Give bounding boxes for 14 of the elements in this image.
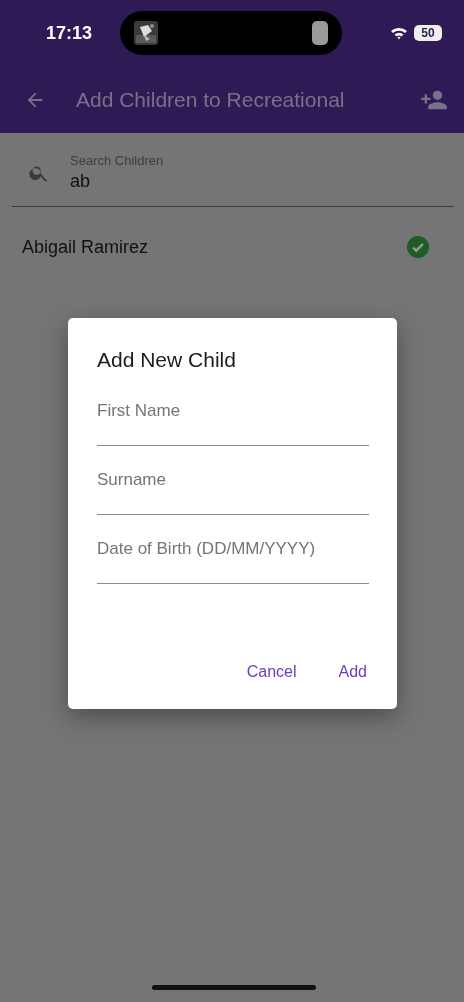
input-field[interactable]: Date of Birth (DD/MM/YYYY) — [97, 538, 369, 584]
child-name[interactable]: Abigail Ramirez — [22, 236, 149, 258]
status-time: 17:13 — [46, 22, 94, 44]
check-circle-icon[interactable] — [406, 235, 430, 259]
cancel-button[interactable]: Cancel — [246, 663, 297, 681]
screen-title: Add Children to Recreational — [76, 87, 346, 112]
search-value: ab — [70, 171, 92, 192]
input-field[interactable]: Surname — [97, 469, 369, 515]
dialog-title: Add New Child — [97, 348, 237, 372]
confirm-button[interactable]: Add — [338, 663, 367, 681]
input-field[interactable]: First Name — [97, 400, 369, 446]
battery-level: 50 — [414, 25, 442, 41]
wifi-icon — [390, 26, 408, 40]
speaker-icon — [312, 21, 328, 45]
